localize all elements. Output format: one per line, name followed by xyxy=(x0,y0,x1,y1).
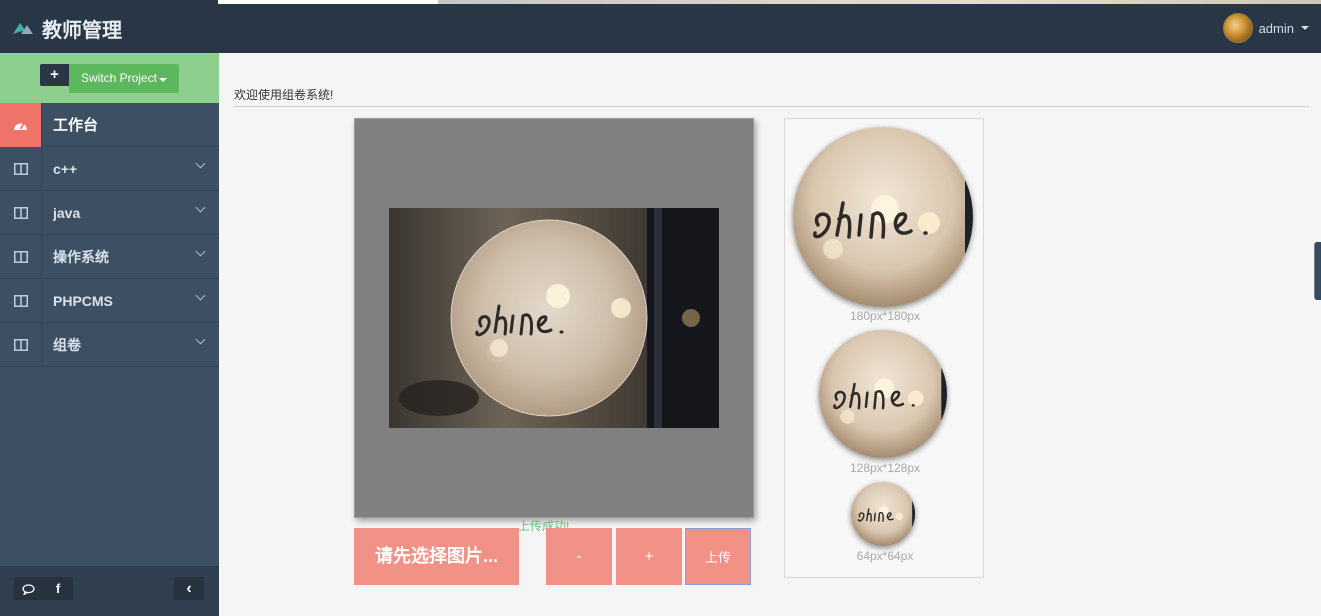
sidebar-footer: f ‹ xyxy=(0,566,219,616)
preview-medium-label: 128px*128px xyxy=(849,461,921,475)
chat-button[interactable] xyxy=(14,577,43,600)
chevron-down-icon xyxy=(195,202,206,213)
browser-tab-strip xyxy=(218,0,438,4)
chevron-down-icon xyxy=(195,158,206,169)
chevron-down-icon xyxy=(195,334,206,345)
sidebar-item-phpcms[interactable]: PHPCMS xyxy=(0,278,219,323)
chevron-down-icon xyxy=(1301,26,1309,30)
preview-panel: 180px*180px 128px*128px 64px*64px xyxy=(784,118,984,578)
sidebar-item-java[interactable]: java xyxy=(0,190,219,235)
preview-small-label: 64px*64px xyxy=(856,549,914,563)
preview-medium-image xyxy=(819,330,947,458)
preview-large-label: 180px*180px xyxy=(849,309,921,323)
sidebar-item-label: 工作台 xyxy=(53,117,99,134)
preview-medium xyxy=(819,330,947,458)
chevron-down-icon xyxy=(195,246,206,257)
zoom-out-button[interactable]: - xyxy=(546,528,612,585)
topbar: 教师管理 admin xyxy=(0,0,1321,53)
project-switcher: + Switch Project xyxy=(0,53,219,103)
crop-canvas[interactable] xyxy=(354,118,754,518)
avatar xyxy=(1222,13,1253,43)
shine-photo xyxy=(389,208,719,428)
chevron-down-icon xyxy=(159,78,168,82)
sidebar-item-label: PHPCMS xyxy=(53,292,113,309)
side-tab-handle[interactable] xyxy=(1314,242,1321,300)
user-menu[interactable]: admin xyxy=(1222,13,1309,43)
sidebar-item-label: 操作系统 xyxy=(53,248,109,265)
sidebar-item-dashboard[interactable]: 工作台 xyxy=(0,102,219,147)
preview-small xyxy=(851,482,915,546)
select-image-button[interactable]: 请先选择图片... xyxy=(354,528,519,585)
sidebar-item-label: c++ xyxy=(53,160,78,177)
browser-tab-strip-bg xyxy=(438,0,1321,4)
dashboard-icon xyxy=(0,102,42,147)
preview-large xyxy=(793,127,973,307)
username: admin xyxy=(1258,20,1294,36)
columns-icon xyxy=(0,190,42,235)
switch-project-label: Switch Project xyxy=(80,71,158,85)
zoom-in-button[interactable]: + xyxy=(616,528,682,585)
columns-icon xyxy=(0,322,42,367)
divider xyxy=(234,106,1309,107)
sidebar-item-label: 组卷 xyxy=(53,336,81,353)
switch-project-button[interactable]: Switch Project xyxy=(69,64,179,93)
add-project-button[interactable]: + xyxy=(40,64,69,86)
brand-logo-icon xyxy=(13,23,33,34)
columns-icon xyxy=(0,278,42,323)
upload-button[interactable]: 上传 xyxy=(685,528,751,585)
preview-large-image xyxy=(793,127,973,307)
preview-small-image xyxy=(851,482,915,546)
source-image xyxy=(389,208,719,428)
brand[interactable]: 教师管理 xyxy=(12,14,122,42)
main-content: 欢迎使用组卷系统! 180px*180px 128px*128px 64px*6… xyxy=(219,53,1321,616)
welcome-text: 欢迎使用组卷系统! xyxy=(234,88,334,102)
sidebar-item-os[interactable]: 操作系统 xyxy=(0,234,219,279)
sidebar-item-cpp[interactable]: c++ xyxy=(0,146,219,191)
collapse-sidebar-button[interactable]: ‹ xyxy=(174,577,204,600)
facebook-button[interactable]: f xyxy=(43,577,73,600)
app-title: 教师管理 xyxy=(42,17,122,42)
chat-icon xyxy=(22,584,35,596)
sidebar-item-zujuan[interactable]: 组卷 xyxy=(0,322,219,367)
chevron-down-icon xyxy=(195,290,206,301)
columns-icon xyxy=(0,146,42,191)
sidebar: + Switch Project 工作台 c++ java 操作系统 PHPCM… xyxy=(0,53,219,616)
sidebar-item-label: java xyxy=(53,204,81,221)
columns-icon xyxy=(0,234,42,279)
